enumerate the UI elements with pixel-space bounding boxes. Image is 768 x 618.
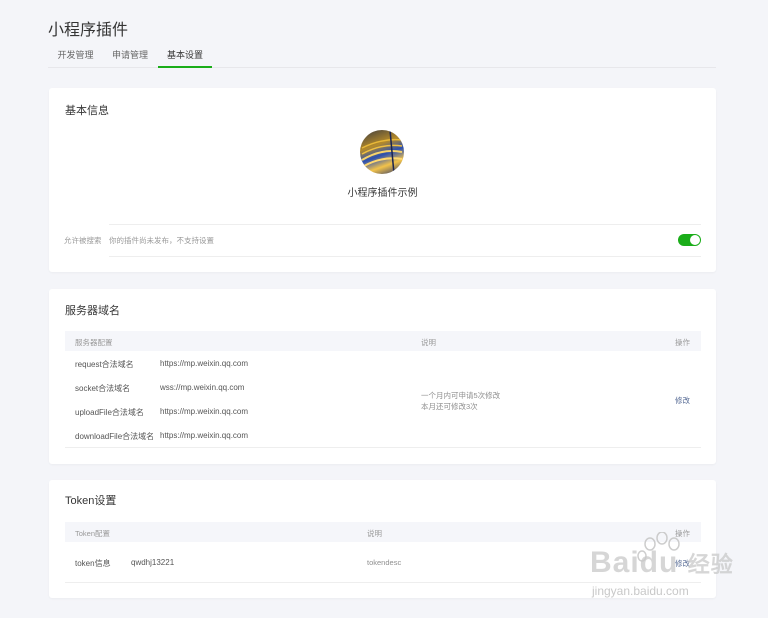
divider <box>109 256 701 257</box>
divider <box>109 224 701 225</box>
divider <box>65 582 701 583</box>
socket-domain-value: wss://mp.weixin.qq.com <box>160 383 245 392</box>
token-title: Token设置 <box>65 495 117 507</box>
server-domain-card: 服务器域名 服务器配置 说明 操作 request合法域名 https://mp… <box>49 289 716 464</box>
upload-domain-value: https://mp.weixin.qq.com <box>160 407 249 416</box>
modify-limit-note: 一个月内可申请5次修改 <box>421 391 501 400</box>
divider <box>65 447 701 448</box>
search-setting-label: 允许被搜索 <box>64 236 102 245</box>
table-header: Token配置 说明 操作 <box>65 522 701 542</box>
basic-info-title: 基本信息 <box>65 105 109 117</box>
page-title: 小程序插件 <box>48 22 129 39</box>
tab-bar: 开发管理 申请管理 基本设置 <box>48 46 716 68</box>
plugin-avatar <box>360 130 404 174</box>
header-action: 操作 <box>675 529 690 538</box>
tab-basic-settings[interactable]: 基本设置 <box>158 46 212 68</box>
token-desc: tokendesc <box>367 558 402 567</box>
token-value: qwdhj13221 <box>131 558 175 567</box>
socket-domain-label: socket合法域名 <box>75 384 131 393</box>
plugin-name: 小程序插件示例 <box>347 188 418 199</box>
header-desc: 说明 <box>367 529 382 538</box>
tab-dev-management[interactable]: 开发管理 <box>48 46 103 68</box>
token-card: Token设置 Token配置 说明 操作 token信息 qwdhj13221… <box>49 480 716 598</box>
header-config: 服务器配置 <box>75 338 113 347</box>
token-info-label: token信息 <box>75 559 111 568</box>
header-config: Token配置 <box>75 529 111 538</box>
toggle-knob <box>690 235 700 245</box>
request-domain-label: request合法域名 <box>75 360 134 369</box>
request-domain-value: https://mp.weixin.qq.com <box>160 359 249 368</box>
table-header: 服务器配置 说明 操作 <box>65 331 701 351</box>
modify-domain-link[interactable]: 修改 <box>675 395 690 406</box>
server-domain-title: 服务器域名 <box>65 305 120 317</box>
search-setting-description: 你的插件尚未发布，不支持设置 <box>109 236 214 245</box>
modify-remaining-note: 本月还可修改3次 <box>421 402 478 411</box>
download-domain-value: https://mp.weixin.qq.com <box>160 431 249 440</box>
basic-info-card: 基本信息 小程序插件示例 允许被搜索 你的插件尚未发布，不支持设置 <box>49 88 716 272</box>
modify-token-link[interactable]: 修改 <box>675 558 690 569</box>
tab-application-management[interactable]: 申请管理 <box>104 46 156 68</box>
header-action: 操作 <box>675 338 690 347</box>
upload-domain-label: uploadFile合法域名 <box>75 408 144 417</box>
header-desc: 说明 <box>421 338 436 347</box>
download-domain-label: downloadFile合法域名 <box>75 432 155 441</box>
allow-search-toggle[interactable] <box>678 234 701 246</box>
